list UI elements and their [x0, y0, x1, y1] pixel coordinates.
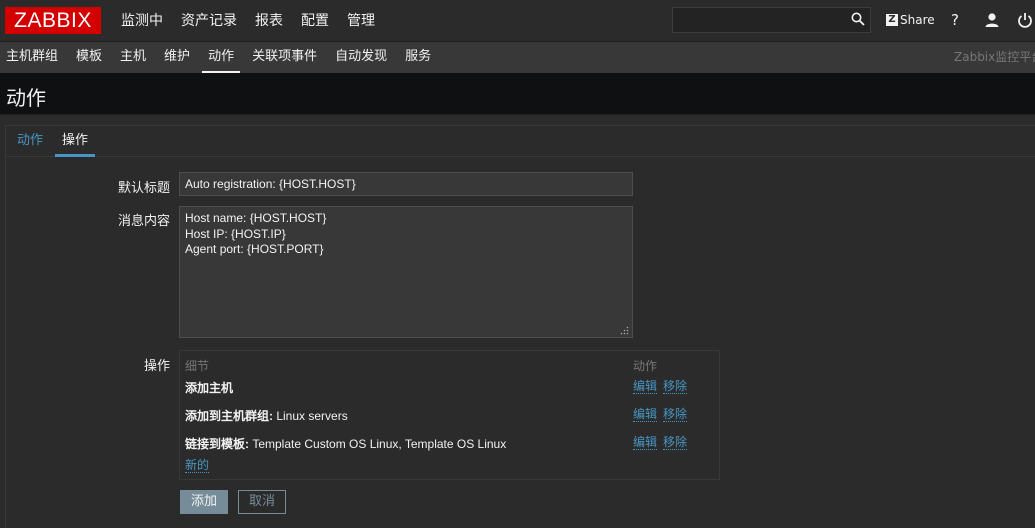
operations-table: 细节 动作 添加主机 编辑 移除 添加到主机群组: Linux servers … — [179, 350, 720, 480]
sub-navigation-bar: 主机群组 模板 主机 维护 动作 关联项事件 自动发现 服务 Zabbix监控平… — [0, 42, 1035, 73]
action-form: 动作 操作 默认标题 消息内容 Host name: {HOST.HOST} H… — [5, 125, 1035, 528]
operation-detail: Template Custom OS Linux, Template OS Li… — [249, 437, 507, 451]
edit-operation-link[interactable]: 编辑 — [633, 407, 658, 422]
message-label: 消息内容 — [117, 214, 170, 229]
top-navigation-bar: ZABBIX 监测中 资产记录 报表 配置 管理 Z Share ? — [0, 0, 1035, 42]
search-icon[interactable] — [851, 12, 865, 26]
submenu-event-correlation[interactable]: 关联项事件 — [246, 42, 323, 73]
operation-row: 添加到主机群组: Linux servers — [185, 407, 348, 424]
remove-operation-link[interactable]: 移除 — [663, 379, 688, 394]
page-header: 动作 — [0, 73, 1035, 115]
resize-grip-icon[interactable] — [620, 326, 629, 335]
main-menu: 监测中 资产记录 报表 配置 管理 — [112, 0, 384, 42]
menu-monitoring[interactable]: 监测中 — [112, 0, 172, 42]
submenu-discovery[interactable]: 自动发现 — [329, 42, 393, 73]
submenu-maintenance[interactable]: 维护 — [158, 42, 196, 73]
default-subject-input[interactable] — [179, 172, 633, 196]
message-textarea[interactable]: Host name: {HOST.HOST} Host IP: {HOST.IP… — [179, 206, 633, 338]
help-icon[interactable]: ? — [951, 11, 959, 29]
menu-reports[interactable]: 报表 — [246, 0, 292, 42]
share-label: Share — [900, 13, 935, 27]
submenu-actions[interactable]: 动作 — [202, 42, 241, 73]
edit-operation-link[interactable]: 编辑 — [633, 379, 658, 394]
submenu-services[interactable]: 服务 — [399, 42, 437, 73]
configuration-submenu: 主机群组 模板 主机 维护 动作 关联项事件 自动发现 服务 — [0, 42, 443, 73]
remove-operation-link[interactable]: 移除 — [663, 407, 688, 422]
menu-inventory[interactable]: 资产记录 — [172, 0, 246, 42]
search-input[interactable] — [672, 7, 871, 33]
sign-out-icon[interactable] — [1017, 12, 1033, 28]
tab-operations[interactable]: 操作 — [55, 126, 96, 157]
operations-label: 操作 — [143, 359, 170, 374]
operation-row: 链接到模板: Template Custom OS Linux, Templat… — [185, 435, 506, 452]
operation-type: 链接到模板: — [185, 437, 249, 451]
remove-operation-link[interactable]: 移除 — [663, 435, 688, 450]
zabbix-logo[interactable]: ZABBIX — [5, 7, 101, 34]
col-action-header: 动作 — [633, 359, 658, 373]
submenu-templates[interactable]: 模板 — [70, 42, 108, 73]
menu-configuration[interactable]: 配置 — [292, 0, 338, 42]
share-button[interactable]: Z Share — [886, 12, 935, 28]
tab-action[interactable]: 动作 — [11, 126, 49, 157]
operation-type: 添加主机 — [185, 381, 234, 395]
form-tabs: 动作 操作 — [6, 126, 1035, 157]
operation-type: 添加到主机群组: — [185, 409, 273, 423]
new-operation-link[interactable]: 新的 — [185, 458, 210, 473]
col-details-header: 细节 — [185, 359, 210, 373]
user-profile-icon[interactable] — [984, 12, 1000, 28]
submenu-hosts[interactable]: 主机 — [114, 42, 152, 73]
zabbix-share-icon: Z — [886, 14, 898, 26]
default-subject-label: 默认标题 — [117, 181, 170, 196]
page-title: 动作 — [6, 86, 46, 110]
operation-detail: Linux servers — [273, 409, 348, 423]
server-name: Zabbix监控平台 — [954, 50, 1035, 64]
menu-administration[interactable]: 管理 — [338, 0, 384, 42]
edit-operation-link[interactable]: 编辑 — [633, 435, 658, 450]
submenu-host-groups[interactable]: 主机群组 — [0, 42, 64, 73]
cancel-button[interactable]: 取消 — [238, 490, 286, 514]
operation-row: 添加主机 — [185, 379, 233, 396]
add-button[interactable]: 添加 — [180, 490, 228, 514]
